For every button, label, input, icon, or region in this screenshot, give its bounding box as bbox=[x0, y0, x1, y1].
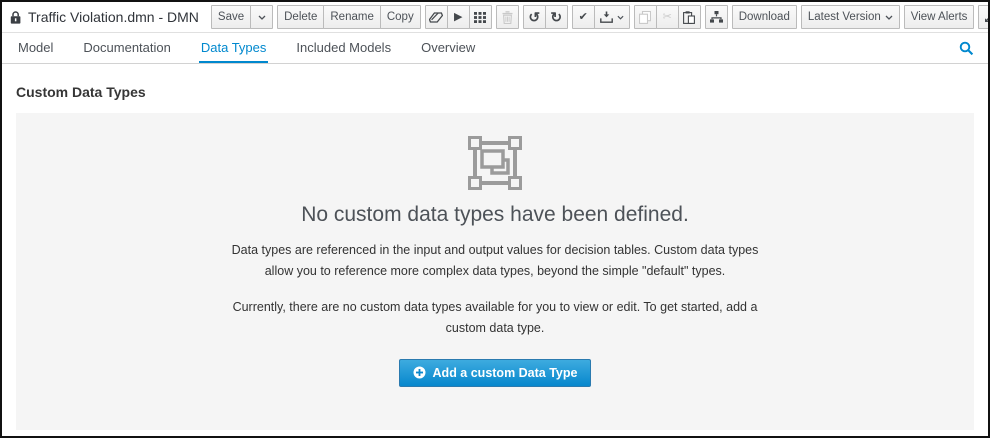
validate-button[interactable]: ✔ bbox=[572, 5, 595, 29]
copy-pages-icon bbox=[639, 11, 651, 24]
clipboard-group: ✂ bbox=[634, 5, 701, 29]
page-title: Traffic Violation.dmn - DMN bbox=[28, 9, 199, 25]
undo-redo-group: ↺ ↻ bbox=[523, 5, 568, 29]
add-custom-data-type-button[interactable]: Add a custom Data Type bbox=[399, 359, 592, 387]
asset-title: Traffic Violation.dmn - DMN bbox=[9, 9, 199, 25]
paste-icon bbox=[683, 11, 695, 24]
tab-model[interactable]: Model bbox=[16, 33, 55, 63]
empty-state-description-2: Currently, there are no custom data type… bbox=[220, 297, 770, 338]
trash-button[interactable] bbox=[496, 5, 519, 29]
sitemap-group bbox=[705, 5, 728, 29]
save-split-button: Save bbox=[211, 5, 273, 29]
play-button[interactable]: ▶ bbox=[447, 5, 470, 29]
save-dropdown-toggle[interactable] bbox=[250, 5, 273, 29]
caret-down-icon bbox=[617, 15, 624, 20]
expand-icon bbox=[984, 12, 988, 23]
play-icon: ▶ bbox=[454, 12, 462, 23]
export-icon bbox=[600, 11, 613, 23]
redo-icon: ↻ bbox=[550, 10, 562, 24]
empty-state-description-1: Data types are referenced in the input a… bbox=[220, 240, 770, 281]
latest-version-label: Latest Version bbox=[808, 11, 881, 23]
validate-export-group: ✔ bbox=[572, 5, 630, 29]
cut-button[interactable]: ✂ bbox=[656, 5, 679, 29]
lock-icon bbox=[9, 10, 22, 25]
delete-button[interactable]: Delete bbox=[277, 5, 324, 29]
data-types-page: Custom Data Types No custom data types h… bbox=[2, 64, 988, 436]
editor-tabbar: Model Documentation Data Types Included … bbox=[2, 33, 988, 64]
add-custom-data-type-label: Add a custom Data Type bbox=[433, 366, 578, 380]
plus-circle-icon bbox=[413, 366, 426, 379]
view-alerts-button[interactable]: View Alerts bbox=[904, 5, 975, 29]
export-button[interactable] bbox=[594, 5, 630, 29]
top-toolbar: Traffic Violation.dmn - DMN Save Delete … bbox=[2, 2, 988, 33]
window-controls: View Alerts ✖ bbox=[904, 5, 988, 29]
caret-down-icon bbox=[885, 15, 893, 20]
eraser-icon bbox=[429, 12, 443, 23]
validate-run-group: ▶ bbox=[425, 5, 492, 29]
redo-button[interactable]: ↻ bbox=[545, 5, 568, 29]
copy-pages-button[interactable] bbox=[634, 5, 657, 29]
expand-button[interactable] bbox=[978, 5, 988, 29]
tab-included-models[interactable]: Included Models bbox=[294, 33, 393, 63]
undo-button[interactable]: ↺ bbox=[523, 5, 546, 29]
undo-icon: ↺ bbox=[528, 10, 540, 24]
empty-state-title: No custom data types have been defined. bbox=[301, 203, 689, 227]
sitemap-button[interactable] bbox=[705, 5, 728, 29]
tab-data-types[interactable]: Data Types bbox=[199, 33, 269, 63]
paste-button[interactable] bbox=[678, 5, 701, 29]
eraser-button[interactable] bbox=[425, 5, 448, 29]
trash-icon bbox=[502, 11, 513, 24]
tab-overview[interactable]: Overview bbox=[419, 33, 477, 63]
grid-button[interactable] bbox=[469, 5, 492, 29]
rename-button[interactable]: Rename bbox=[323, 5, 380, 29]
caret-down-icon bbox=[258, 15, 266, 20]
cut-icon: ✂ bbox=[663, 12, 672, 23]
object-group-icon bbox=[467, 135, 523, 191]
latest-version-dropdown[interactable]: Latest Version bbox=[801, 5, 900, 29]
tab-documentation[interactable]: Documentation bbox=[81, 33, 172, 63]
empty-state-panel: No custom data types have been defined. … bbox=[16, 113, 974, 430]
section-heading: Custom Data Types bbox=[16, 84, 974, 100]
trash-group bbox=[496, 5, 519, 29]
edit-button-group: Delete Rename Copy bbox=[277, 5, 421, 29]
grid-icon bbox=[474, 12, 486, 23]
download-button[interactable]: Download bbox=[732, 5, 797, 29]
copy-button[interactable]: Copy bbox=[380, 5, 421, 29]
save-button[interactable]: Save bbox=[211, 5, 251, 29]
app-window: Traffic Violation.dmn - DMN Save Delete … bbox=[0, 0, 990, 438]
check-icon: ✔ bbox=[579, 12, 588, 23]
search-icon[interactable] bbox=[959, 33, 974, 63]
sitemap-icon bbox=[710, 11, 723, 23]
